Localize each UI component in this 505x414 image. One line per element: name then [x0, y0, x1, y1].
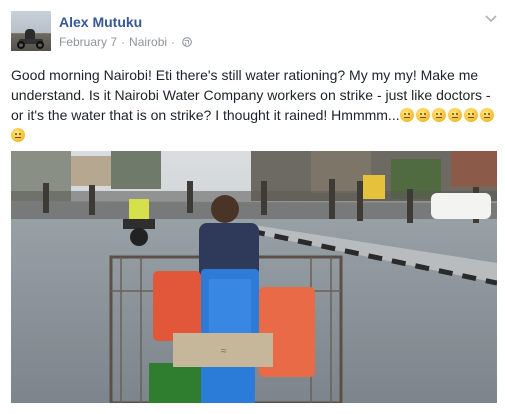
chevron-down-icon[interactable] [485, 14, 497, 24]
meta-separator-2: · [171, 35, 176, 49]
expressionless-emoji-icon [415, 108, 430, 122]
post-text: Good morning Nairobi! Eti there's still … [11, 65, 497, 145]
post-date[interactable]: February 7 [59, 35, 117, 49]
post-photo[interactable]: ≈ [11, 151, 497, 403]
smirking-emoji-icon [463, 108, 478, 122]
persevering-emoji-icon [479, 108, 494, 122]
globe-icon[interactable] [182, 37, 192, 47]
avatar[interactable] [11, 11, 51, 51]
rolling-eyes-emoji-icon [447, 108, 462, 122]
meta-separator: · [121, 35, 126, 49]
grimacing-emoji-icon [431, 108, 446, 122]
street-scene-illustration: ≈ [11, 151, 497, 403]
sweat-smile-emoji-icon [11, 128, 25, 142]
unamused-emoji-icon [399, 108, 414, 122]
post-meta: February 7 · Nairobi · [59, 35, 192, 49]
svg-text:≈: ≈ [221, 346, 227, 357]
facebook-post: Alex Mutuku February 7 · Nairobi · Good … [0, 0, 505, 414]
post-location[interactable]: Nairobi [129, 35, 167, 49]
author-name[interactable]: Alex Mutuku [59, 14, 142, 30]
